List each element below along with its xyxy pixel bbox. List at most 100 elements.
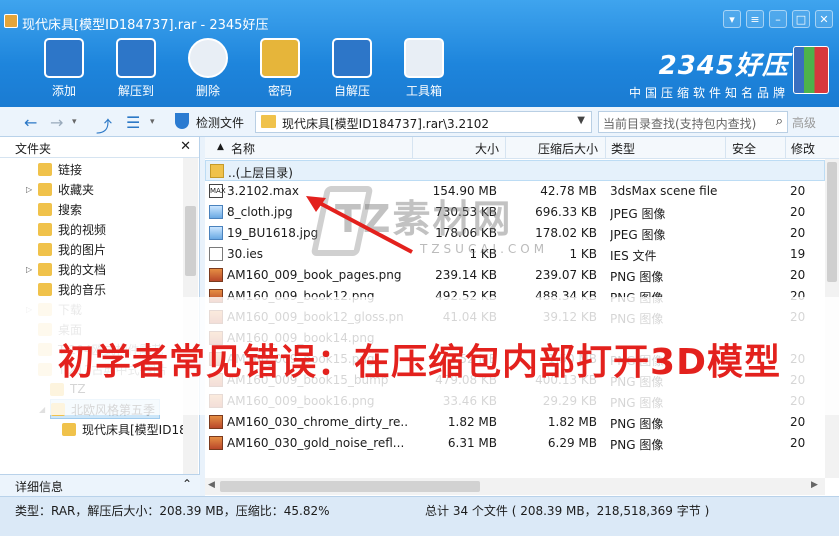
close-panel-icon[interactable]: ✕ xyxy=(180,139,191,154)
file-list-header: ▲ 名称 大小 压缩后大小 类型 安全 修改 xyxy=(205,137,839,159)
password-lock-icon xyxy=(260,38,300,78)
add-icon xyxy=(44,38,84,78)
folder-tree-label: 现代床具[模型ID18 xyxy=(82,422,187,437)
column-compressed-size[interactable]: 压缩后大小 xyxy=(538,140,598,157)
scroll-thumb[interactable] xyxy=(220,481,480,492)
file-compressed-size: 42.78 MB xyxy=(540,184,597,198)
file-size: 239.14 KB xyxy=(435,268,497,282)
table-row[interactable]: AM160_030_chrome_dirty_re... 1.82 MB 1.82 … xyxy=(205,412,825,433)
toolbox-icon xyxy=(404,38,444,78)
folder-tree-label: 我的文档 xyxy=(58,262,107,277)
column-modified[interactable]: 修改 xyxy=(791,140,815,157)
scroll-thumb[interactable] xyxy=(827,162,837,282)
folder-tree-item[interactable]: 链接 xyxy=(38,159,82,179)
folder-icon xyxy=(38,262,52,276)
details-panel-header[interactable]: 详细信息 ⌃ xyxy=(0,474,200,496)
main-toolbar: 添加 解压到 删除 密码 自解压 工具箱 xyxy=(28,38,460,102)
table-row[interactable]: 8_cloth.jpg 730.53 KB 696.33 KB JPEG 图像 20 xyxy=(205,202,825,223)
folder-tree-item[interactable]: 搜索 xyxy=(38,199,82,219)
folder-tree-item[interactable]: 我的图片 xyxy=(38,239,106,259)
file-compressed-size: 178.02 KB xyxy=(535,226,597,240)
scroll-right-icon[interactable]: ▶ xyxy=(811,480,818,490)
maximize-icon[interactable]: □ xyxy=(792,10,810,28)
folder-icon xyxy=(38,182,52,196)
file-type: PNG 图像 xyxy=(610,417,664,431)
forward-arrow-icon[interactable]: → xyxy=(50,113,63,132)
table-row[interactable]: 19_BU1618.jpg 178.06 KB 178.02 KB JPEG 图像 20 xyxy=(205,223,825,244)
details-title: 详细信息 xyxy=(15,480,64,494)
window-title: 现代床具[模型ID184737].rar - 2345好压 xyxy=(22,18,269,33)
up-folder-icon[interactable]: ⤴ xyxy=(96,113,112,137)
chevron-down-icon[interactable]: ▼ xyxy=(577,115,585,126)
history-dropdown-icon[interactable]: ▾ xyxy=(72,117,77,127)
file-name: AM160_009_book_pages.png xyxy=(227,268,402,282)
folder-icon xyxy=(38,222,52,236)
image-file-icon xyxy=(209,436,223,450)
folder-tree-label: 我的图片 xyxy=(58,242,107,257)
expand-arrow-icon[interactable]: ▷ xyxy=(26,265,32,274)
folder-icon xyxy=(62,422,76,436)
folder-tree-label: 收藏夹 xyxy=(58,182,95,197)
file-list-hscrollbar[interactable]: ◀ ▶ xyxy=(205,478,825,495)
back-arrow-icon[interactable]: ← xyxy=(24,113,37,132)
parent-folder-row[interactable]: ..(上层目录) xyxy=(205,160,825,181)
column-size[interactable]: 大小 xyxy=(475,140,499,157)
close-icon[interactable]: ✕ xyxy=(815,10,833,28)
view-list-icon[interactable]: ☰ xyxy=(126,113,140,132)
toolbar-button-label: 自解压 xyxy=(333,84,370,98)
column-name[interactable]: 名称 xyxy=(231,140,255,157)
column-type[interactable]: 类型 xyxy=(611,140,635,157)
chevron-up-icon[interactable]: ⌃ xyxy=(182,477,192,491)
search-input[interactable]: 当前目录查找(支持包内查找) ⌕ xyxy=(598,111,788,133)
archive-totals: 总计 34 个文件 ( 208.39 MB，218,518,369 字节 ) xyxy=(425,504,710,518)
sort-up-icon: ▲ xyxy=(217,142,224,152)
image-file-icon xyxy=(209,415,223,429)
image-file-icon xyxy=(209,268,223,282)
toolbar-button[interactable]: 密码 xyxy=(244,38,316,102)
status-bar: 类型：RAR，解压后大小：208.39 MB，压缩比：45.82% 总计 34 … xyxy=(0,496,839,536)
toolbar-button[interactable]: 解压到 xyxy=(100,38,172,102)
address-path: 现代床具[模型ID184737].rar\3.2102 xyxy=(282,117,490,131)
column-security[interactable]: 安全 xyxy=(732,140,756,157)
view-dropdown-icon[interactable]: ▾ xyxy=(150,117,155,127)
file-modified: 19 xyxy=(790,247,806,261)
extract-to-icon xyxy=(116,38,156,78)
folder-panel-title: 文件夹 xyxy=(15,142,52,156)
table-row[interactable]: AM160_009_book_pages.png 239.14 KB 239.07 … xyxy=(205,265,825,286)
file-modified: 20 xyxy=(790,226,806,240)
table-row[interactable]: AM160_030_gold_noise_refl... 6.31 MB 6.29 … xyxy=(205,433,825,454)
expand-arrow-icon[interactable]: ▷ xyxy=(26,185,32,194)
self-extract-icon xyxy=(332,38,372,78)
toolbar-button[interactable]: 添加 xyxy=(28,38,100,102)
skin-icon[interactable]: ▾ xyxy=(723,10,741,28)
search-icon[interactable]: ⌕ xyxy=(776,114,783,129)
scroll-thumb[interactable] xyxy=(185,206,196,276)
file-size: 1.82 MB xyxy=(447,415,497,429)
brand: 2345好压 中国压缩软件知名品牌 xyxy=(629,45,789,101)
scroll-left-icon[interactable]: ◀ xyxy=(208,480,215,490)
file-type: IES 文件 xyxy=(610,249,657,263)
brand-slogan: 中国压缩软件知名品牌 xyxy=(628,86,789,100)
search-placeholder: 当前目录查找(支持包内查找) xyxy=(603,117,757,131)
detect-file-button[interactable]: 检测文件 xyxy=(196,114,244,131)
advanced-search-button[interactable]: 高级 xyxy=(792,114,816,131)
file-modified: 20 xyxy=(790,184,806,198)
folder-tree-item[interactable]: 现代床具[模型ID18 xyxy=(62,419,187,439)
file-name: ..(上层目录) xyxy=(228,166,293,180)
menu-icon[interactable]: ≡ xyxy=(746,10,764,28)
file-type: JPEG 图像 xyxy=(610,228,666,242)
app-icon xyxy=(4,14,18,28)
address-bar[interactable]: 现代床具[模型ID184737].rar\3.2102 ▼ xyxy=(255,111,592,133)
table-row[interactable]: MAX 3.2102.max 154.90 MB 42.78 MB 3dsMax sce… xyxy=(205,181,825,202)
toolbar-button[interactable]: 删除 xyxy=(172,38,244,102)
minimize-icon[interactable]: – xyxy=(769,10,787,28)
folder-tree-item[interactable]: 我的音乐 xyxy=(38,279,106,299)
archive-info: 类型：RAR，解压后大小：208.39 MB，压缩比：45.82% xyxy=(15,504,330,518)
toolbar-button[interactable]: 工具箱 xyxy=(388,38,460,102)
folder-tree-item[interactable]: ▷ 收藏夹 xyxy=(26,179,95,199)
file-icon xyxy=(209,247,223,261)
max-file-icon: MAX xyxy=(209,184,226,198)
folder-tree-item[interactable]: ▷ 我的文档 xyxy=(26,259,107,279)
toolbar-button[interactable]: 自解压 xyxy=(316,38,388,102)
folder-tree-item[interactable]: 我的视频 xyxy=(38,219,106,239)
